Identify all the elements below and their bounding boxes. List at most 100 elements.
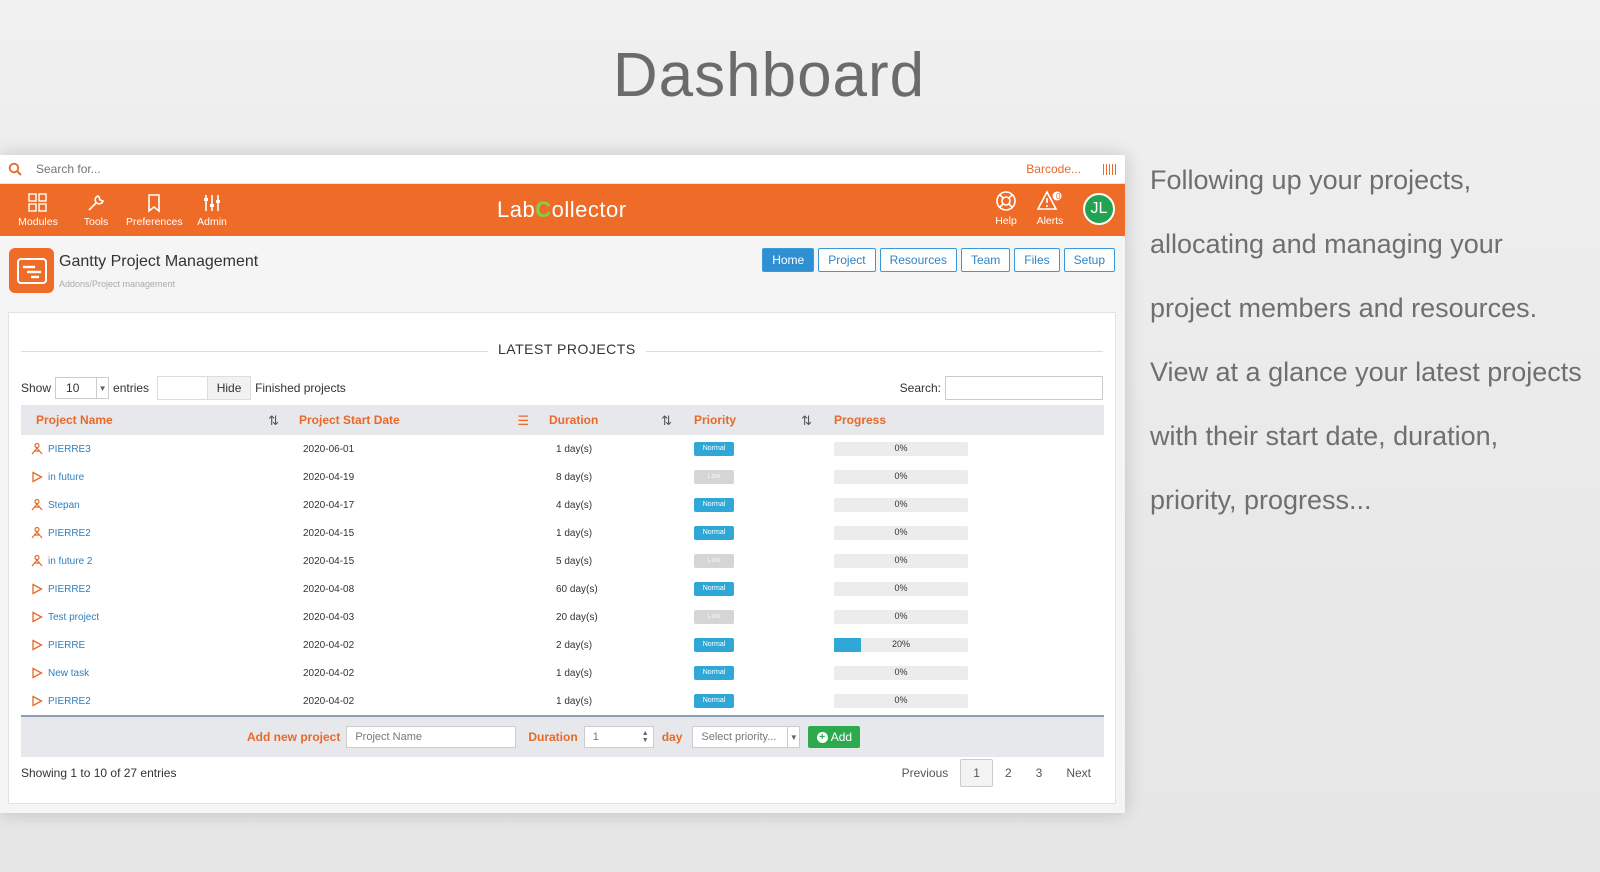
table-row[interactable]: in future 2020-04-19 8 day(s) Low 0% (21, 463, 1104, 491)
help-button[interactable]: Help (985, 190, 1027, 227)
table-row[interactable]: PIERRE2 2020-04-02 1 day(s) Normal 0% (21, 687, 1104, 715)
labcollector-logo[interactable]: LabCollector (497, 197, 627, 223)
tools-label: Tools (83, 215, 109, 228)
project-name-link[interactable]: PIERRE2 (48, 696, 91, 707)
sort-icon[interactable]: ⇅ (801, 413, 812, 429)
col-progress[interactable]: Progress (824, 405, 1104, 435)
entries-select[interactable]: 10 ▼ (55, 377, 110, 399)
tools-button[interactable]: Tools (68, 193, 124, 228)
table-body: PIERRE3 2020-06-01 1 day(s) Normal 0% in futu… (21, 435, 1104, 715)
project-name-link[interactable]: in future 2 (48, 556, 92, 567)
table-row[interactable]: Test project 2020-04-03 20 day(s) Low 0% (21, 603, 1104, 631)
project-name-cell[interactable]: PIERRE2 (21, 583, 291, 595)
col-start-date[interactable]: Project Start Date ☰ (291, 405, 541, 435)
app-window: Barcode... Modules Tools Preferences (0, 155, 1125, 813)
pagination-previous[interactable]: Previous (890, 760, 961, 786)
table-search-input[interactable] (945, 376, 1103, 400)
sort-desc-icon[interactable]: ☰ (517, 413, 529, 429)
table-row[interactable]: PIERRE2 2020-04-15 1 day(s) Normal 0% (21, 519, 1104, 547)
priority-badge: Normal (694, 694, 734, 708)
user-avatar[interactable]: JL (1083, 192, 1115, 225)
project-name-link[interactable]: in future (48, 472, 84, 483)
table-row[interactable]: PIERRE 2020-04-02 2 day(s) Normal 20% (21, 631, 1104, 659)
tab-home[interactable]: Home (762, 248, 815, 272)
col-project-name-label: Project Name (36, 413, 113, 427)
progress-bar: 0% (834, 666, 968, 680)
project-name-link[interactable]: PIERRE2 (48, 584, 91, 595)
col-project-name[interactable]: Project Name ⇅ (21, 405, 291, 435)
table-row[interactable]: Stepan 2020-04-17 4 day(s) Normal 0% (21, 491, 1104, 519)
project-name-cell[interactable]: Stepan (21, 499, 291, 511)
add-project-button[interactable]: + Add (808, 726, 861, 748)
priority-cell: Normal (684, 666, 824, 680)
progress-cell: 0% (824, 498, 1104, 512)
sort-icon[interactable]: ⇅ (268, 413, 279, 429)
sort-icon[interactable]: ⇅ (661, 413, 672, 429)
project-name-cell[interactable]: New task (21, 667, 291, 679)
col-priority[interactable]: Priority ⇅ (684, 405, 824, 435)
project-name-cell[interactable]: in future (21, 471, 291, 483)
tab-team[interactable]: Team (960, 248, 1011, 272)
page-heading: Dashboard (612, 41, 926, 110)
priority-badge: Normal (694, 582, 734, 596)
duration-value: 1 (592, 731, 599, 743)
start-date-cell: 2020-04-02 (303, 695, 355, 707)
hide-finished-button[interactable]: Hide (207, 376, 252, 400)
search-icon[interactable] (8, 162, 22, 176)
project-name-link[interactable]: Stepan (48, 500, 80, 511)
tab-files[interactable]: Files (1014, 248, 1060, 272)
pagination-next[interactable]: Next (1054, 760, 1103, 786)
play-icon (31, 583, 43, 595)
start-date-cell: 2020-04-15 (303, 555, 355, 567)
priority-badge: Low (694, 470, 734, 484)
progress-text: 0% (894, 443, 908, 453)
tab-setup[interactable]: Setup (1063, 248, 1115, 272)
project-name-cell[interactable]: PIERRE2 (21, 695, 291, 707)
barcode-field[interactable]: Barcode... (1026, 162, 1081, 176)
project-name-link[interactable]: PIERRE3 (48, 444, 91, 455)
progress-cell: 0% (824, 470, 1104, 484)
pagination-page-1[interactable]: 1 (960, 759, 993, 787)
progress-cell: 20% (824, 638, 1104, 652)
priority-cell: Normal (684, 498, 824, 512)
preferences-button[interactable]: Preferences (126, 193, 183, 228)
pagination-page-3[interactable]: 3 (1024, 760, 1055, 786)
admin-button[interactable]: Admin (184, 193, 240, 228)
project-name-cell[interactable]: PIERRE (21, 639, 291, 651)
project-name-link[interactable]: New task (48, 668, 89, 679)
stepper-arrows-icon[interactable]: ▲ ▼ (642, 730, 649, 744)
table-row[interactable]: in future 2 2020-04-15 5 day(s) Low 0% (21, 547, 1104, 575)
project-name-link[interactable]: Test project (48, 612, 99, 623)
table-row[interactable]: PIERRE2 2020-04-08 60 day(s) Normal 0% (21, 575, 1104, 603)
tab-project[interactable]: Project (818, 248, 876, 272)
table-controls: Show 10 ▼ entries Hide Finished projects… (21, 376, 1103, 400)
progress-cell: 0% (824, 666, 1104, 680)
barcode-icon[interactable] (1103, 163, 1117, 175)
table-row[interactable]: New task 2020-04-02 1 day(s) Normal 0% (21, 659, 1104, 687)
project-name-cell[interactable]: PIERRE3 (21, 443, 291, 455)
breadcrumb[interactable]: Addons/Project management (59, 279, 175, 289)
project-name-link[interactable]: PIERRE2 (48, 528, 91, 539)
tab-resources[interactable]: Resources (879, 248, 957, 272)
duration-stepper[interactable]: 1 ▲ ▼ (583, 726, 654, 748)
showing-entries-text: Showing 1 to 10 of 27 entries (21, 766, 177, 780)
col-duration[interactable]: Duration ⇅ (541, 405, 684, 435)
progress-cell: 0% (824, 610, 1104, 624)
project-name-cell[interactable]: PIERRE2 (21, 527, 291, 539)
modules-button[interactable]: Modules (10, 192, 66, 228)
project-name-input[interactable]: Project Name (346, 726, 517, 748)
alerts-label: Alerts (1036, 215, 1064, 227)
priority-select[interactable]: Select priority... ▼ (692, 726, 801, 748)
pagination-page-2[interactable]: 2 (993, 760, 1024, 786)
finished-toggle-track[interactable] (157, 376, 208, 400)
search-input[interactable] (36, 162, 1027, 176)
project-name-cell[interactable]: in future 2 (21, 555, 291, 567)
alerts-button[interactable]: 0 Alerts (1029, 190, 1071, 227)
project-name-cell[interactable]: Test project (21, 611, 291, 623)
app-title: Gantty Project Management (59, 253, 259, 270)
table-row[interactable]: PIERRE3 2020-06-01 1 day(s) Normal 0% (21, 435, 1104, 463)
start-date-cell: 2020-04-02 (303, 639, 355, 651)
project-name-link[interactable]: PIERRE (48, 640, 85, 651)
panel-title: LATEST PROJECTS (488, 341, 646, 357)
priority-badge: Normal (694, 526, 734, 540)
